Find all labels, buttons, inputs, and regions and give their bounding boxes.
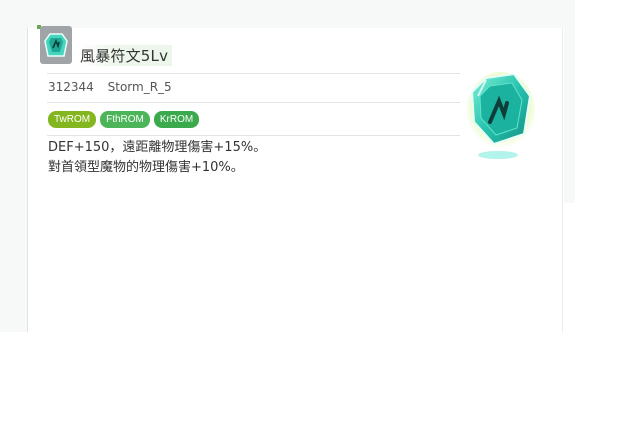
rune-thumbnail-icon[interactable] bbox=[40, 26, 72, 64]
divider bbox=[47, 135, 460, 136]
divider bbox=[47, 102, 460, 103]
page-backdrop-left bbox=[0, 0, 27, 332]
page-backdrop-right bbox=[564, 28, 575, 203]
server-tags: TwROM FthROM KrROM bbox=[48, 111, 200, 128]
rune-crystal-icon bbox=[466, 70, 536, 165]
page-backdrop-top bbox=[0, 0, 575, 28]
tag-twrom[interactable]: TwROM bbox=[48, 111, 97, 128]
item-title: 風暴符文5Lv bbox=[80, 45, 173, 66]
item-description: DEF+150，遠距離物理傷害+15%。 對首領型魔物的物理傷害+10%。 bbox=[48, 138, 266, 178]
item-code: Storm_R_5 bbox=[107, 80, 172, 94]
item-id: 312344 bbox=[48, 80, 94, 94]
description-line: 對首領型魔物的物理傷害+10%。 bbox=[48, 160, 244, 175]
description-line: DEF+150，遠距離物理傷害+15%。 bbox=[48, 140, 267, 155]
tag-fthrom[interactable]: FthROM bbox=[100, 111, 150, 128]
tag-krrom[interactable]: KrROM bbox=[153, 111, 200, 128]
divider bbox=[47, 73, 460, 74]
item-meta: 312344 Storm_R_5 bbox=[48, 80, 182, 94]
